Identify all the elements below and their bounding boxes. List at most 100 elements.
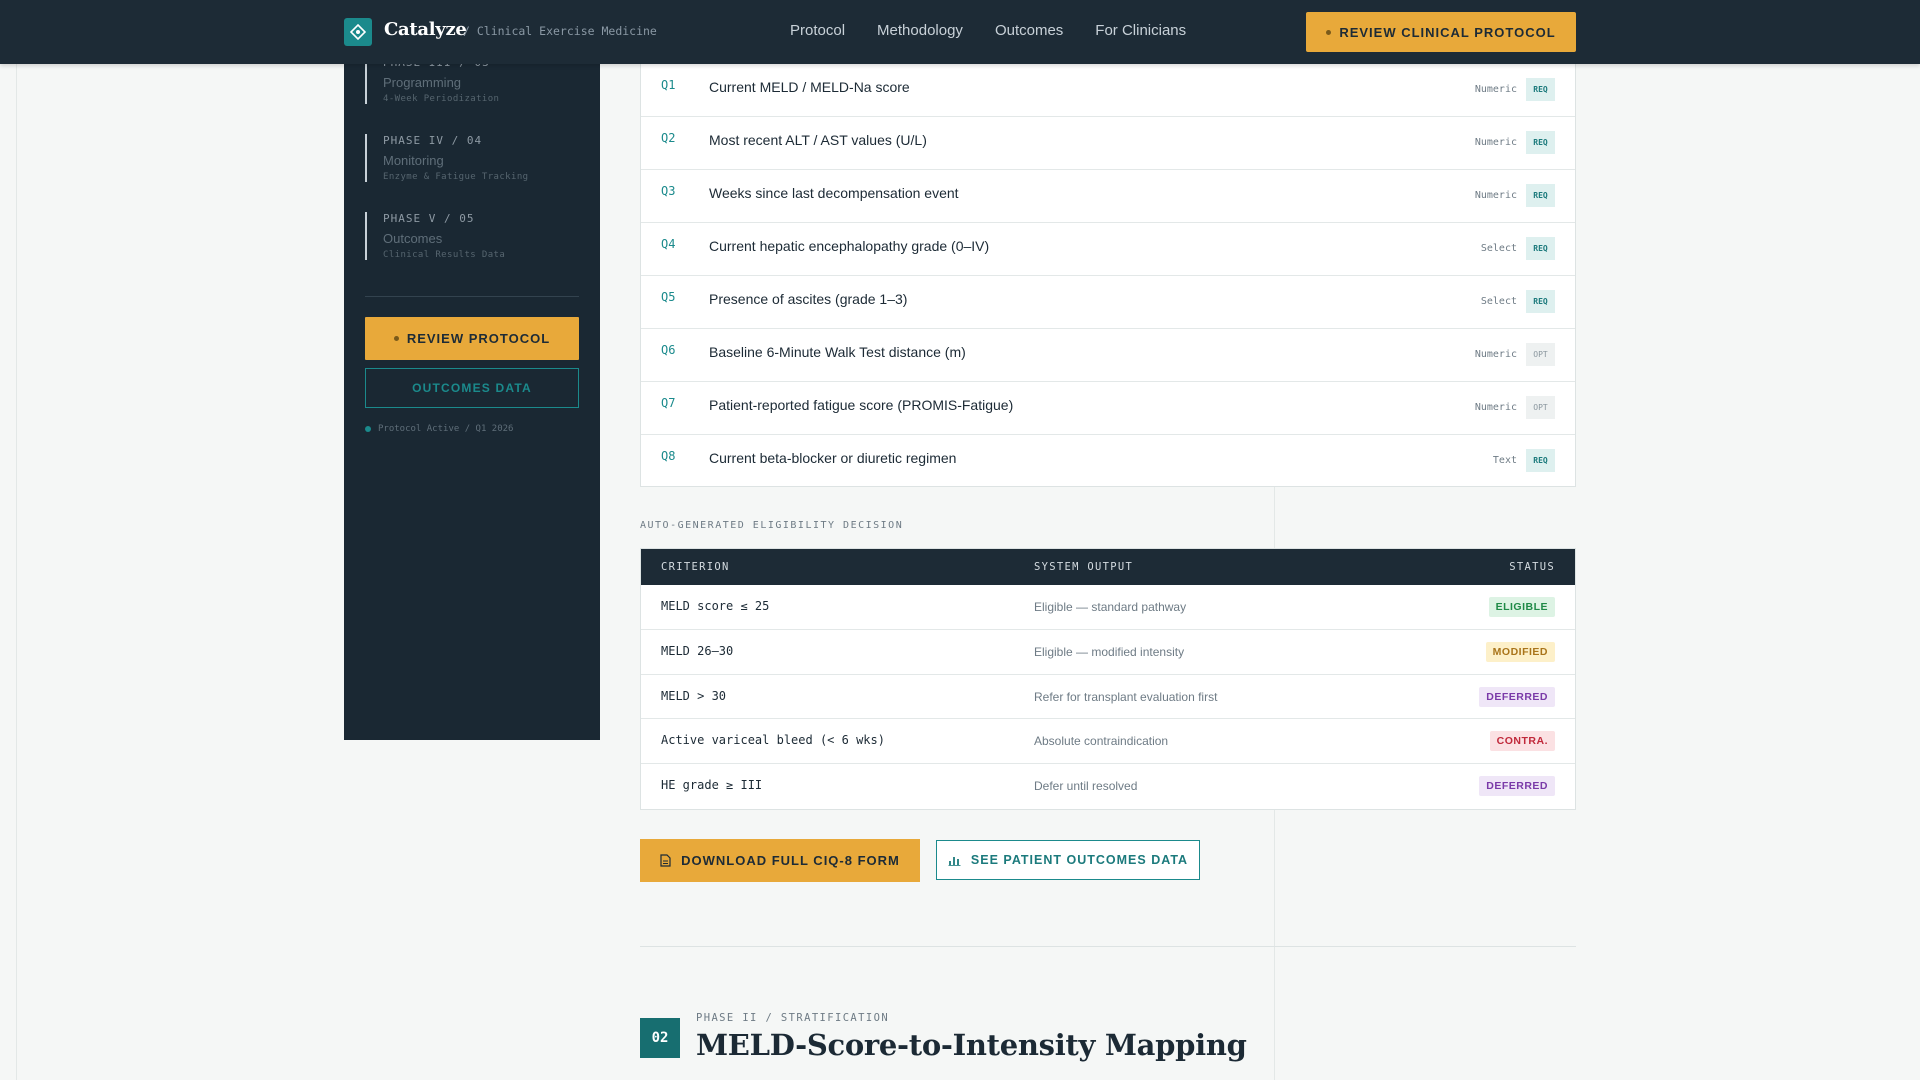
- output-cell: Refer for transplant evaluation first: [1034, 689, 1218, 704]
- document-icon: [660, 854, 671, 867]
- output-cell: Eligible — standard pathway: [1034, 600, 1187, 614]
- criterion-cell: MELD score ≤ 25: [661, 599, 770, 613]
- question-text: Presence of ascites (grade 1–3): [709, 291, 908, 307]
- outcomes-data-button[interactable]: OUTCOMES DATA: [365, 368, 579, 408]
- section-number: 02: [640, 1018, 680, 1058]
- status-badge: ELIGIBLE: [1488, 597, 1555, 617]
- required-badge: REQ: [1526, 290, 1555, 313]
- divider: [365, 296, 579, 297]
- table-row: MELD score ≤ 25 Eligible — standard path…: [641, 585, 1575, 630]
- required-badge: REQ: [1526, 184, 1555, 207]
- brand-subtitle: / Clinical Exercise Medicine: [463, 24, 657, 38]
- dot-icon: [393, 336, 399, 341]
- question-text: Patient-reported fatigue score (PROMIS-F…: [709, 397, 1014, 413]
- question-type: Select: [1480, 243, 1517, 254]
- section-divider: [640, 946, 1576, 947]
- question-id: Q3: [661, 184, 676, 198]
- review-protocol-button[interactable]: REVIEW PROTOCOL: [365, 317, 579, 360]
- eligibility-table: CRITERION SYSTEM OUTPUT STATUS MELD scor…: [640, 548, 1576, 810]
- protocol-status-text: Protocol Active / Q1 2026: [378, 424, 514, 434]
- cta-label: REVIEW CLINICAL PROTOCOL: [1339, 24, 1556, 40]
- question-text: Baseline 6-Minute Walk Test distance (m): [709, 344, 966, 360]
- question-type: Text: [1492, 455, 1517, 466]
- required-badge: REQ: [1526, 131, 1555, 154]
- nav-outcomes[interactable]: Outcomes: [995, 22, 1063, 39]
- status-badge: CONTRA.: [1489, 731, 1555, 752]
- table-header: CRITERION SYSTEM OUTPUT STATUS: [641, 549, 1575, 585]
- required-badge: REQ: [1526, 449, 1555, 472]
- question-id: Q4: [661, 237, 676, 251]
- question-type: Select: [1480, 296, 1517, 307]
- top-nav-bar: Catalyze / Clinical Exercise Medicine Pr…: [0, 0, 1920, 64]
- question-type: Numeric: [1474, 349, 1517, 360]
- required-badge: REQ: [1526, 237, 1555, 260]
- download-form-button[interactable]: DOWNLOAD FULL CIQ-8 FORM: [640, 839, 920, 882]
- table-row: Active variceal bleed (< 6 wks) Absolute…: [641, 719, 1575, 765]
- phase-sidebar: PHASE III / 03 Programming 4-Week Period…: [344, 0, 600, 740]
- question-row[interactable]: Q5 Presence of ascites (grade 1–3) Selec…: [641, 276, 1575, 329]
- bar-chart-icon: [948, 857, 961, 866]
- phase-subtitle: Clinical Results Data: [383, 250, 506, 260]
- question-type: Numeric: [1474, 402, 1517, 413]
- optional-badge: OPT: [1526, 343, 1555, 366]
- review-clinical-protocol-button[interactable]: REVIEW CLINICAL PROTOCOL: [1306, 12, 1576, 52]
- table-row: HE grade ≥ III Defer until resolved DEFE…: [641, 764, 1575, 809]
- criterion-cell: MELD 26–30: [661, 643, 734, 658]
- phase-number: PHASE V / 05: [383, 212, 475, 225]
- logo-icon[interactable]: [344, 18, 372, 46]
- output-cell: Eligible — modified intensity: [1034, 644, 1185, 659]
- question-id: Q8: [661, 449, 676, 463]
- question-row[interactable]: Q4 Current hepatic encephalopathy grade …: [641, 223, 1575, 276]
- sidebar-item-monitoring[interactable]: PHASE IV / 04 Monitoring Enzyme & Fatigu…: [365, 134, 575, 182]
- column-header-criterion: CRITERION: [661, 561, 730, 573]
- question-row[interactable]: Q6 Baseline 6-Minute Walk Test distance …: [641, 329, 1575, 382]
- sidebar-item-outcomes[interactable]: PHASE V / 05 Outcomes Clinical Results D…: [365, 212, 575, 260]
- dot-icon: [1326, 29, 1332, 35]
- intake-question-list: Q1 Current MELD / MELD-Na score Numeric …: [640, 64, 1576, 487]
- question-id: Q6: [661, 343, 676, 357]
- question-row[interactable]: Q2 Most recent ALT / AST values (U/L) Nu…: [641, 117, 1575, 170]
- nav-methodology[interactable]: Methodology: [877, 22, 963, 39]
- status-badge: DEFERRED: [1479, 686, 1555, 707]
- question-text: Current beta-blocker or diuretic regimen: [709, 450, 957, 466]
- required-badge: REQ: [1526, 78, 1555, 101]
- question-id: Q5: [661, 290, 676, 304]
- brand-name[interactable]: Catalyze: [384, 19, 467, 40]
- optional-badge: OPT: [1526, 396, 1555, 419]
- question-id: Q2: [661, 131, 676, 145]
- nav-protocol[interactable]: Protocol: [790, 22, 845, 39]
- output-cell: Absolute contraindication: [1034, 734, 1169, 749]
- column-header-status: STATUS: [1509, 561, 1555, 573]
- question-type: Numeric: [1474, 137, 1517, 148]
- output-cell: Defer until resolved: [1034, 779, 1138, 794]
- question-row[interactable]: Q1 Current MELD / MELD-Na score Numeric …: [641, 64, 1575, 117]
- review-protocol-label: REVIEW PROTOCOL: [406, 331, 551, 346]
- question-text: Current MELD / MELD-Na score: [709, 79, 910, 95]
- criterion-cell: Active variceal bleed (< 6 wks): [661, 733, 885, 748]
- section-title: MELD-Score-to-Intensity Mapping: [696, 1028, 1247, 1062]
- question-row[interactable]: Q3 Weeks since last decompensation event…: [641, 170, 1575, 223]
- guide-line: [16, 0, 17, 1080]
- table-row: MELD 26–30 Eligible — modified intensity…: [641, 630, 1575, 675]
- outcomes-label: SEE PATIENT OUTCOMES DATA: [970, 853, 1189, 867]
- phase-title: Programming: [383, 75, 462, 90]
- status-badge: MODIFIED: [1485, 641, 1555, 662]
- phase-title: Outcomes: [383, 231, 443, 246]
- see-outcomes-button[interactable]: SEE PATIENT OUTCOMES DATA: [936, 840, 1200, 880]
- column-header-output: SYSTEM OUTPUT: [1034, 561, 1134, 573]
- question-text: Weeks since last decompensation event: [709, 185, 959, 201]
- main-nav: Protocol Methodology Outcomes For Clinic…: [790, 22, 1218, 39]
- question-text: Current hepatic encephalopathy grade (0–…: [709, 238, 990, 254]
- question-type: Numeric: [1474, 84, 1517, 95]
- phase-title: Monitoring: [383, 153, 444, 168]
- question-id: Q1: [661, 78, 676, 92]
- question-type: Numeric: [1474, 190, 1517, 201]
- question-row[interactable]: Q7 Patient-reported fatigue score (PROMI…: [641, 382, 1575, 435]
- question-row[interactable]: Q8 Current beta-blocker or diuretic regi…: [641, 435, 1575, 488]
- criterion-cell: MELD > 30: [661, 688, 727, 703]
- question-id: Q7: [661, 396, 676, 410]
- table-row: MELD > 30 Refer for transplant evaluatio…: [641, 675, 1575, 720]
- phase-number: PHASE IV / 04: [383, 134, 483, 147]
- protocol-status: Protocol Active / Q1 2026: [365, 424, 513, 434]
- nav-for-clinicians[interactable]: For Clinicians: [1095, 22, 1186, 39]
